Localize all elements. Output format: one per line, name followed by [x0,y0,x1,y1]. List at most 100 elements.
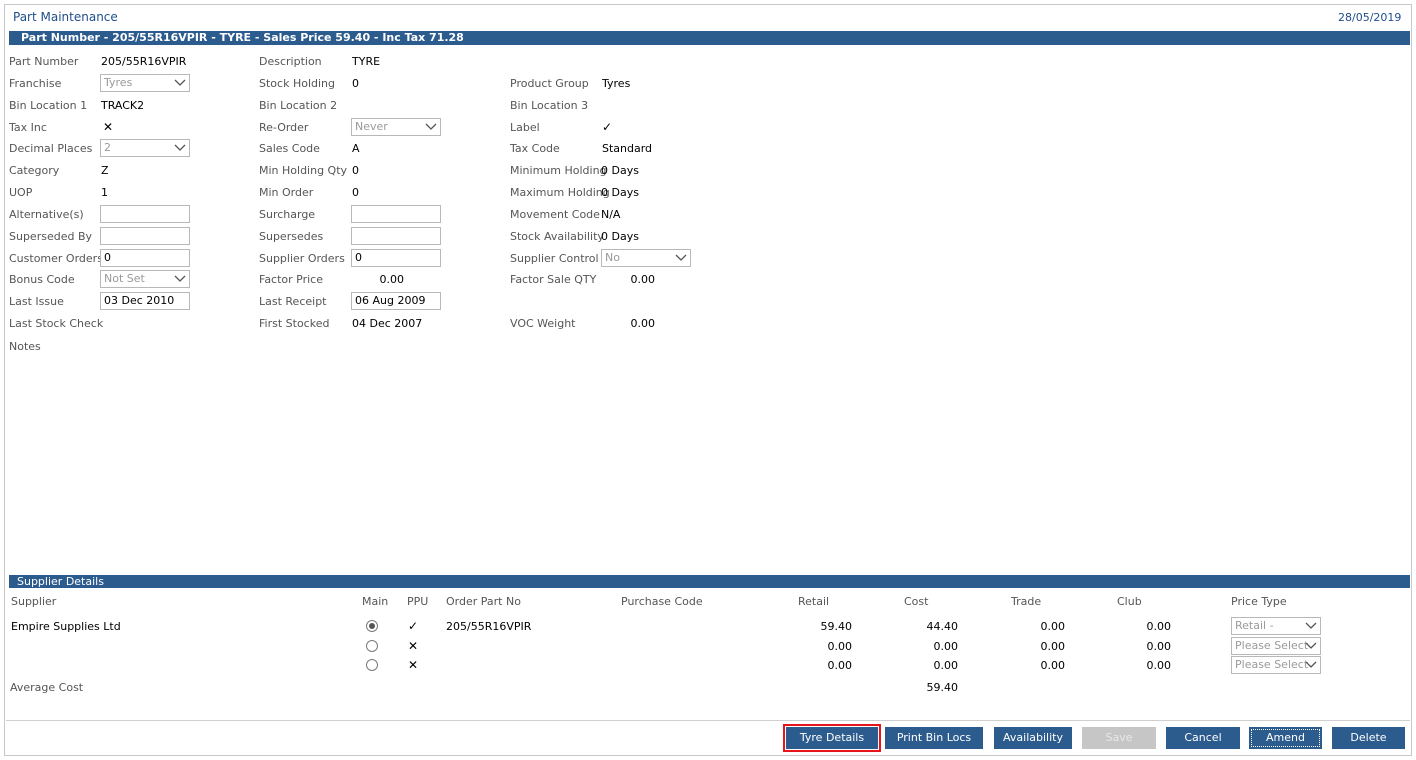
bin-location-1-value: TRACK2 [101,99,145,112]
delete-button[interactable]: Delete [1332,727,1405,749]
supplier-row-2-price-type-select[interactable]: Please Select [1231,637,1321,655]
supplier-row-2-cost: 0.00 [933,640,959,653]
supplier-row-3-cost: 0.00 [933,659,959,672]
supplier-details-bar: Supplier Details [9,575,1410,588]
product-group-value: Tyres [602,77,631,90]
supplier-row-3-ppu-cross-icon: ✕ [408,658,419,672]
supplier-row-1-order-part-no: 205/55R16VPIR [446,620,532,633]
amend-button-label: Amend [1251,729,1320,747]
voc-weight-value: 0.00 [630,317,656,330]
supplier-row-3-price-type-select[interactable]: Please Select [1231,656,1321,674]
sales-code-label: Sales Code [259,142,320,155]
minimum-holding-label: Minimum Holding [510,164,607,177]
footer-divider [6,720,1410,721]
supersedes-field[interactable] [351,227,441,245]
min-order-value: 0 [352,186,359,199]
supplier-row-1-cost: 44.40 [926,620,959,633]
min-holding-qty-label: Min Holding Qty [259,164,348,177]
supplier-row-1-ppu-check-icon: ✓ [408,619,419,633]
cancel-button[interactable]: Cancel [1166,727,1240,749]
product-group-label: Product Group [510,77,589,90]
superseded-by-field[interactable] [100,227,190,245]
print-bin-locs-button[interactable]: Print Bin Locs [885,727,983,749]
customer-orders-field[interactable]: 0 [100,249,190,267]
customer-orders-label: Customer Orders [9,252,103,265]
stock-holding-value: 0 [352,77,359,90]
last-receipt-field[interactable]: 06 Aug 2009 [351,292,441,310]
bin-location-2-label: Bin Location 2 [259,99,338,112]
tax-code-value: Standard [602,142,653,155]
col-header-supplier: Supplier [11,595,57,608]
chevron-down-icon [174,144,186,151]
supplier-orders-label: Supplier Orders [259,252,345,265]
average-cost-label: Average Cost [10,681,84,694]
movement-code-value: N/A [601,208,621,221]
part-number-label: Part Number [9,55,79,68]
supplier-orders-field[interactable]: 0 [351,249,441,267]
supplier-row-3-club: 0.00 [1146,659,1172,672]
category-value: Z [101,164,109,177]
col-header-order-part-no: Order Part No [446,595,521,608]
chevron-down-icon [1305,642,1317,649]
supplier-row-1-name: Empire Supplies Ltd [11,620,121,633]
franchise-select[interactable]: Tyres [100,74,190,92]
decimal-places-select-value: 2 [104,141,111,154]
amend-button[interactable]: Amend [1249,727,1322,749]
superseded-by-label: Superseded By [9,230,93,243]
decimal-places-select[interactable]: 2 [100,139,190,157]
decimal-places-label: Decimal Places [9,142,93,155]
surcharge-field[interactable] [351,205,441,223]
chevron-down-icon [174,275,186,282]
factor-price-label: Factor Price [259,273,324,286]
alternatives-field[interactable] [100,205,190,223]
supplier-row-2-main-radio[interactable] [366,640,378,652]
last-stock-check-label: Last Stock Check [9,317,104,330]
uop-label: UOP [9,186,33,199]
maximum-holding-value: 0 Days [601,186,639,199]
label-check-icon: ✓ [602,120,613,134]
bin-location-3-label: Bin Location 3 [510,99,589,112]
minimum-holding-value: 0 Days [601,164,639,177]
re-order-label: Re-Order [259,121,309,134]
col-header-ppu: PPU [407,595,429,608]
availability-button[interactable]: Availability [994,727,1072,749]
supplier-row-1-price-type-select[interactable]: Retail - [1231,617,1321,635]
supplier-row-2-price-type-value: Please Select [1235,639,1309,652]
tax-inc-cross-icon: ✕ [103,120,114,134]
alternatives-label: Alternative(s) [9,208,84,221]
supplier-row-3-main-radio[interactable] [366,659,378,671]
supplier-row-1-price-type-value: Retail - [1235,619,1274,632]
tax-code-label: Tax Code [510,142,560,155]
re-order-select-value: Never [355,120,388,133]
chevron-down-icon [1305,661,1317,668]
re-order-select[interactable]: Never [351,118,441,136]
supplier-row-2-retail: 0.00 [827,640,853,653]
last-issue-field[interactable]: 03 Dec 2010 [100,292,190,310]
col-header-purchase-code: Purchase Code [621,595,703,608]
supersedes-label: Supersedes [259,230,324,243]
save-button[interactable]: Save [1082,727,1156,749]
bin-location-1-label: Bin Location 1 [9,99,88,112]
supplier-control-select-value: No [605,251,620,264]
col-header-price-type: Price Type [1231,595,1287,608]
bonus-code-select[interactable]: Not Set [100,270,190,288]
bonus-code-label: Bonus Code [9,273,75,286]
supplier-row-1-retail: 59.40 [820,620,853,633]
min-order-label: Min Order [259,186,314,199]
window-date: 28/05/2019 [1338,11,1402,24]
supplier-row-1-main-radio[interactable] [366,620,378,632]
supplier-control-select[interactable]: No [601,249,691,267]
supplier-row-1-club: 0.00 [1146,620,1172,633]
uop-value: 1 [101,186,108,199]
franchise-select-value: Tyres [104,76,133,89]
first-stocked-value: 04 Dec 2007 [352,317,423,330]
last-issue-label: Last Issue [9,295,64,308]
chevron-down-icon [675,254,687,261]
stock-holding-label: Stock Holding [259,77,335,90]
col-header-club: Club [1117,595,1142,608]
supplier-row-3-retail: 0.00 [827,659,853,672]
window-title: Part Maintenance [13,10,118,24]
supplier-row-2-trade: 0.00 [1040,640,1066,653]
maximum-holding-label: Maximum Holding [510,186,610,199]
chevron-down-icon [174,79,186,86]
